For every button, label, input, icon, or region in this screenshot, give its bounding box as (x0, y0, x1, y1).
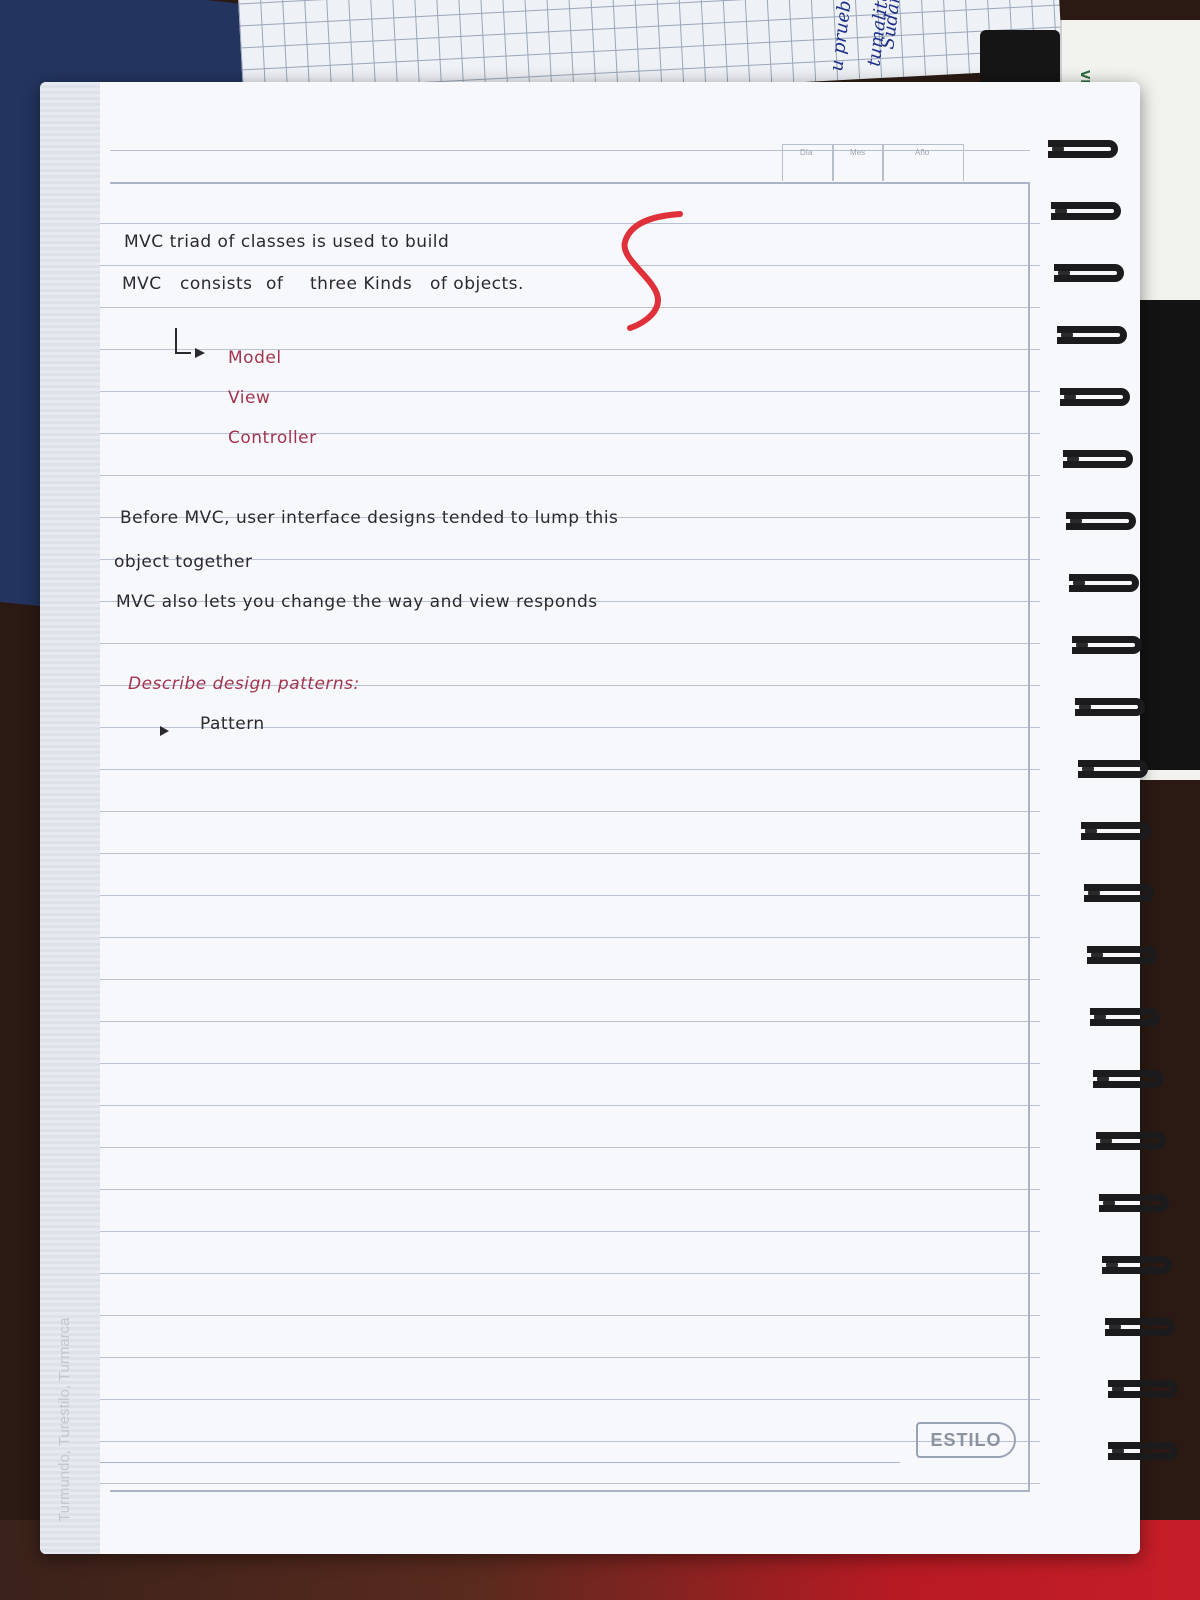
note-line-1: MVC triad of classes is used to build (124, 232, 450, 252)
binder-clip (980, 30, 1060, 90)
arrow-icon (175, 328, 205, 358)
grade-mark (621, 211, 683, 331)
spiral-ring (1096, 1132, 1166, 1150)
note-line-2-b: consists (180, 274, 253, 294)
brand-logo: ESTILO (916, 1422, 1016, 1458)
bullet-item-pattern: Pattern (200, 714, 265, 734)
page-frame (110, 182, 1030, 1492)
paragraph-1-line-2: object together (114, 552, 253, 572)
spiral-ring (1090, 1008, 1160, 1026)
spiral-ring (1072, 636, 1142, 654)
spiral-ring (1084, 884, 1154, 902)
note-line-2-d: three Kinds (310, 274, 413, 294)
spiral-ring (1102, 1256, 1172, 1274)
spiral-ring (1081, 822, 1151, 840)
date-label-day: Día (800, 148, 813, 157)
footer-line (100, 1462, 900, 1463)
spiral-ring (1099, 1194, 1169, 1212)
spiral-ring (1108, 1442, 1178, 1460)
note-line-2-c: of (266, 274, 284, 294)
paragraph-2: MVC also lets you change the way and vie… (116, 592, 598, 612)
note-line-2-a: MVC (122, 274, 162, 294)
spiral-ring (1108, 1380, 1178, 1398)
photo-scene: u prueba Sudam tumalito VELOSA Turmundo,… (0, 0, 1200, 1600)
spiral-ring (1051, 202, 1121, 220)
spiral-ring (1078, 760, 1148, 778)
list-item-controller: Controller (228, 428, 317, 448)
spiral-ring (1054, 264, 1124, 282)
spiral-ring (1063, 450, 1133, 468)
spiral-ring (1057, 326, 1127, 344)
bullet-triangle-icon (160, 726, 169, 736)
scrawl-text: u prueba (826, 0, 857, 73)
spiral-ring (1093, 1070, 1163, 1088)
date-label-month: Mes (850, 148, 866, 157)
list-item-model: Model (228, 348, 282, 368)
spiral-ring (1069, 574, 1139, 592)
date-label-year: Año (915, 148, 930, 157)
note-line-2-e: of objects. (430, 274, 524, 294)
section-heading: Describe design patterns: (128, 674, 360, 694)
spiral-ring (1060, 388, 1130, 406)
paragraph-1-line-1: Before MVC, user interface designs tende… (120, 508, 619, 528)
margin-print: Turmundo, Turestilo, Turmarca (56, 1317, 73, 1522)
notebook-page: Turmundo, Turestilo, Turmarca Día Mes Añ… (40, 82, 1140, 1554)
list-item-view: View (228, 388, 271, 408)
spiral-ring (1105, 1318, 1175, 1336)
spiral-ring (1087, 946, 1157, 964)
spiral-ring (1048, 140, 1118, 158)
spiral-ring (1066, 512, 1136, 530)
spiral-ring (1075, 698, 1145, 716)
